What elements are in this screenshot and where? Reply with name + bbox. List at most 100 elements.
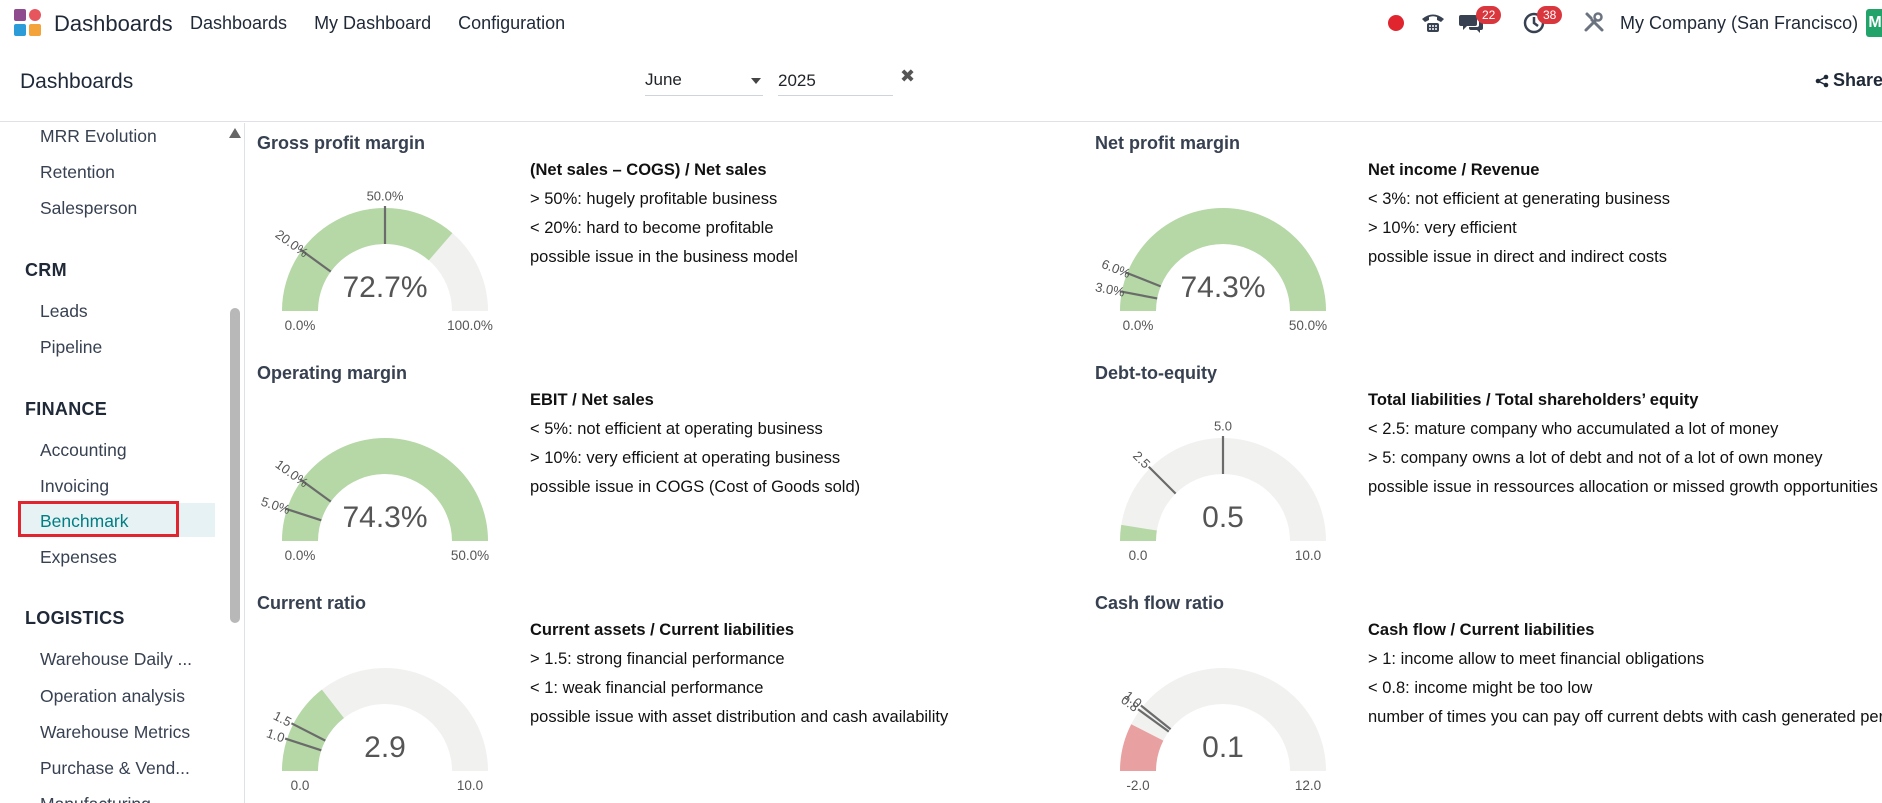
recording-status-icon[interactable]: [1387, 14, 1405, 32]
year-input[interactable]: [778, 66, 893, 96]
dashboards-app-icon[interactable]: [13, 8, 43, 38]
card-description-line: possible issue with asset distribution a…: [530, 708, 949, 726]
sidebar-item-pipeline[interactable]: Pipeline: [40, 337, 102, 358]
card-description-line: > 1.5: strong financial performance: [530, 650, 785, 668]
gauge-chart: 3.0%6.0% 74.3% 0.0% 50.0%: [1094, 208, 1327, 333]
month-value: June: [645, 70, 682, 89]
month-select[interactable]: June: [645, 66, 763, 96]
sidebar-item-manufacturing[interactable]: Manufacturing: [40, 794, 151, 803]
sidebar-scrollbar-thumb[interactable]: [230, 308, 240, 623]
gauge-min-label: -2.0: [1126, 778, 1149, 793]
gauge-threshold-label: 5.0%: [259, 494, 292, 518]
card-formula: EBIT / Net sales: [530, 391, 654, 409]
card-description-line: < 20%: hard to become profitable: [530, 219, 774, 237]
company-switcher[interactable]: My Company (San Francisco): [1620, 13, 1858, 34]
phone-icon[interactable]: [1420, 11, 1446, 35]
card-description-line: < 5%: not efficient at operating busines…: [530, 420, 823, 438]
gauge-min-label: 0.0: [1129, 548, 1148, 563]
page-title: Dashboards: [20, 70, 134, 93]
sidebar-item-salesperson[interactable]: Salesperson: [40, 198, 137, 219]
gauge-value: 74.3%: [342, 501, 427, 534]
gauge-value: 74.3%: [1180, 271, 1265, 304]
card-description-line: possible issue in the business model: [530, 248, 798, 266]
benchmark-highlight-box: [18, 501, 179, 537]
tools-icon[interactable]: [1583, 11, 1605, 33]
gauge-threshold-label: 3.0%: [1094, 279, 1126, 299]
card-description-line: < 3%: not efficient at generating busine…: [1368, 190, 1670, 208]
gauge-value: 0.1: [1202, 731, 1244, 764]
card-formula: Total liabilities / Total shareholders’ …: [1368, 391, 1699, 409]
sidebar-item-mrr-evolution[interactable]: MRR Evolution: [40, 126, 157, 147]
gauge-threshold-label: 10.0%: [273, 456, 312, 490]
card-net-profit-margin: Net profit margin 3.0% 6.0% 74.3% 0.0% 50.0% N…: [1083, 123, 1882, 353]
chevron-down-icon: [751, 78, 761, 84]
card-description-line: > 10%: very efficient: [1368, 219, 1517, 237]
gauge-chart: 0.81.00.1-2.0 12.0: [1118, 668, 1326, 793]
sidebar-group-logistics: LOGISTICS: [25, 608, 125, 628]
app-name[interactable]: Dashboards: [54, 11, 173, 37]
card-description-line: < 1: weak financial performance: [530, 679, 764, 697]
gauge-chart: 1.01.52.90.0 10.0: [265, 668, 488, 793]
sidebar-item-expenses[interactable]: Expenses: [40, 547, 117, 568]
sidebar-item-accounting[interactable]: Accounting: [40, 440, 127, 461]
gauge-min-label: 0.0%: [285, 548, 316, 563]
card-description: Cash flow / Current liabilities > 1: inco…: [1368, 616, 1882, 732]
card-title: Operating margin: [257, 363, 408, 383]
control-panel: Dashboards June ✖ Share: [0, 46, 1882, 122]
card-description: Current assets / Current liabilities > 1.…: [530, 616, 948, 732]
sidebar-item-leads[interactable]: Leads: [40, 301, 88, 322]
menu-my-dashboard[interactable]: My Dashboard: [314, 13, 431, 34]
sidebar-item-invoicing[interactable]: Invoicing: [40, 476, 109, 497]
card-description: Total liabilities / Total shareholders’ …: [1368, 386, 1878, 502]
clear-filter-icon[interactable]: ✖: [900, 66, 915, 87]
card-description-line: > 50%: hugely profitable business: [530, 190, 778, 208]
card-formula: Current assets / Current liabilities: [530, 621, 795, 639]
card-cash-flow-ratio: Cash flow ratio 0.8 1.0 0.1 -2.0 12.0 Cash flo…: [1083, 583, 1882, 803]
menu-dashboards[interactable]: Dashboards: [190, 13, 287, 34]
card-title: Cash flow ratio: [1095, 593, 1225, 613]
menu-configuration[interactable]: Configuration: [458, 13, 565, 34]
activities-badge: 38: [1537, 6, 1563, 24]
card-description: Net income / Revenue < 3%: not efficient …: [1368, 156, 1670, 272]
sidebar-item-retention[interactable]: Retention: [40, 162, 115, 183]
gauge-max-label: 10.0: [1295, 548, 1321, 563]
sidebar-group-crm: CRM: [25, 260, 67, 280]
share-button[interactable]: Share: [1815, 70, 1882, 91]
sidebar-group-finance: FINANCE: [25, 399, 108, 419]
card-description-line: possible issue in direct and indirect co…: [1368, 248, 1667, 266]
sidebar-item-purchase-vendor[interactable]: Purchase & Vend...: [40, 758, 190, 779]
gauge-threshold-label: 50.0%: [367, 189, 404, 204]
card-title: Net profit margin: [1095, 133, 1241, 153]
gauge-threshold-label: 6.0%: [1100, 256, 1133, 281]
card-description-line: number of times you can pay off current …: [1368, 708, 1882, 726]
gauge-threshold-label: 5.0: [1214, 419, 1232, 434]
sidebar-item-warehouse-daily[interactable]: Warehouse Daily ...: [40, 649, 192, 670]
sidebar-item-warehouse-metrics[interactable]: Warehouse Metrics: [40, 722, 190, 743]
gauge-chart: 5.0% 10.0% 74.3% 0.0% 50.0%: [259, 438, 489, 563]
card-formula: Cash flow / Current liabilities: [1368, 621, 1595, 639]
sidebar-item-operation-analysis[interactable]: Operation analysis: [40, 686, 185, 707]
card-description-line: < 2.5: mature company who accumulated a …: [1368, 420, 1779, 438]
gauge-value: 2.9: [364, 731, 406, 764]
messages-badge: 22: [1476, 6, 1502, 24]
card-description-line: possible issue in ressources allocation …: [1368, 478, 1878, 496]
gauge-max-label: 100.0%: [447, 318, 493, 333]
share-label: Share: [1833, 70, 1882, 90]
gauge-max-label: 10.0: [457, 778, 483, 793]
scroll-up-arrow-icon[interactable]: [229, 128, 241, 138]
card-formula: Net income / Revenue: [1368, 161, 1540, 179]
gauge-value: 72.7%: [342, 271, 427, 304]
gauge-chart: 2.55.00.50.0 10.0: [1120, 419, 1326, 563]
card-debt-to-equity: Debt-to-equity 2.5 5.0 0.5 0.0 10.0 Total liab…: [1083, 353, 1882, 583]
gauge-min-label: 0.0: [291, 778, 310, 793]
user-avatar[interactable]: M: [1866, 9, 1882, 37]
card-description: (Net sales – COGS) / Net sales > 50%: hug…: [530, 156, 798, 272]
card-description-line: > 5: company owns a lot of debt and not …: [1368, 449, 1823, 467]
card-operating-margin: Operating margin 5.0% 10.0% 74.3% 0.0% 50.0% E…: [245, 353, 1085, 583]
gauge-threshold-label: 1.0: [265, 726, 287, 746]
gauge-min-label: 0.0%: [1123, 318, 1154, 333]
card-formula: (Net sales – COGS) / Net sales: [530, 161, 767, 179]
card-description-line: > 10%: very efficient at operating busin…: [530, 449, 841, 467]
top-navbar: Dashboards Dashboards My Dashboard Confi…: [0, 0, 1882, 46]
dashboard-sidebar: MRR Evolution Retention Salesperson CRM …: [0, 123, 230, 803]
